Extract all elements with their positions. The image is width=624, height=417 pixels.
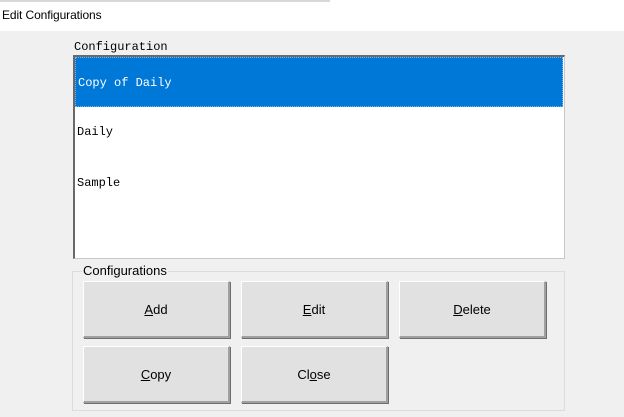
add-button[interactable]: Add	[83, 281, 230, 338]
edit-button-post: dit	[311, 301, 326, 317]
configuration-listbox[interactable]: Copy of Daily Daily Sample	[73, 55, 565, 259]
title-bar-edge	[0, 0, 330, 2]
add-button-accel: A	[144, 301, 154, 317]
add-button-post: dd	[153, 301, 168, 317]
edit-configurations-window: Edit Configurations Configuration Copy o…	[0, 0, 624, 417]
delete-button[interactable]: Delete	[399, 281, 546, 338]
list-header: Configuration	[74, 40, 168, 54]
close-button[interactable]: Cl o se	[241, 346, 388, 403]
groupbox-label: Configurations	[82, 263, 168, 279]
copy-button-accel: C	[140, 366, 151, 382]
copy-button-post: opy	[150, 366, 172, 382]
list-item-daily[interactable]: Daily	[75, 107, 563, 157]
delete-button-post: elete	[462, 301, 491, 317]
window-title: Edit Configurations	[2, 8, 102, 22]
title-bar[interactable]: Edit Configurations	[0, 0, 624, 31]
close-button-pre: Cl	[297, 366, 310, 382]
list-item-copy-of-daily[interactable]: Copy of Daily	[75, 57, 563, 107]
edit-button-accel: E	[302, 301, 312, 317]
copy-button[interactable]: Copy	[83, 346, 230, 403]
list-item-sample[interactable]: Sample	[75, 158, 563, 208]
delete-button-accel: D	[453, 301, 463, 317]
close-button-post: se	[316, 366, 331, 382]
edit-button[interactable]: Edit	[241, 281, 388, 338]
close-button-accel: o	[309, 366, 317, 382]
